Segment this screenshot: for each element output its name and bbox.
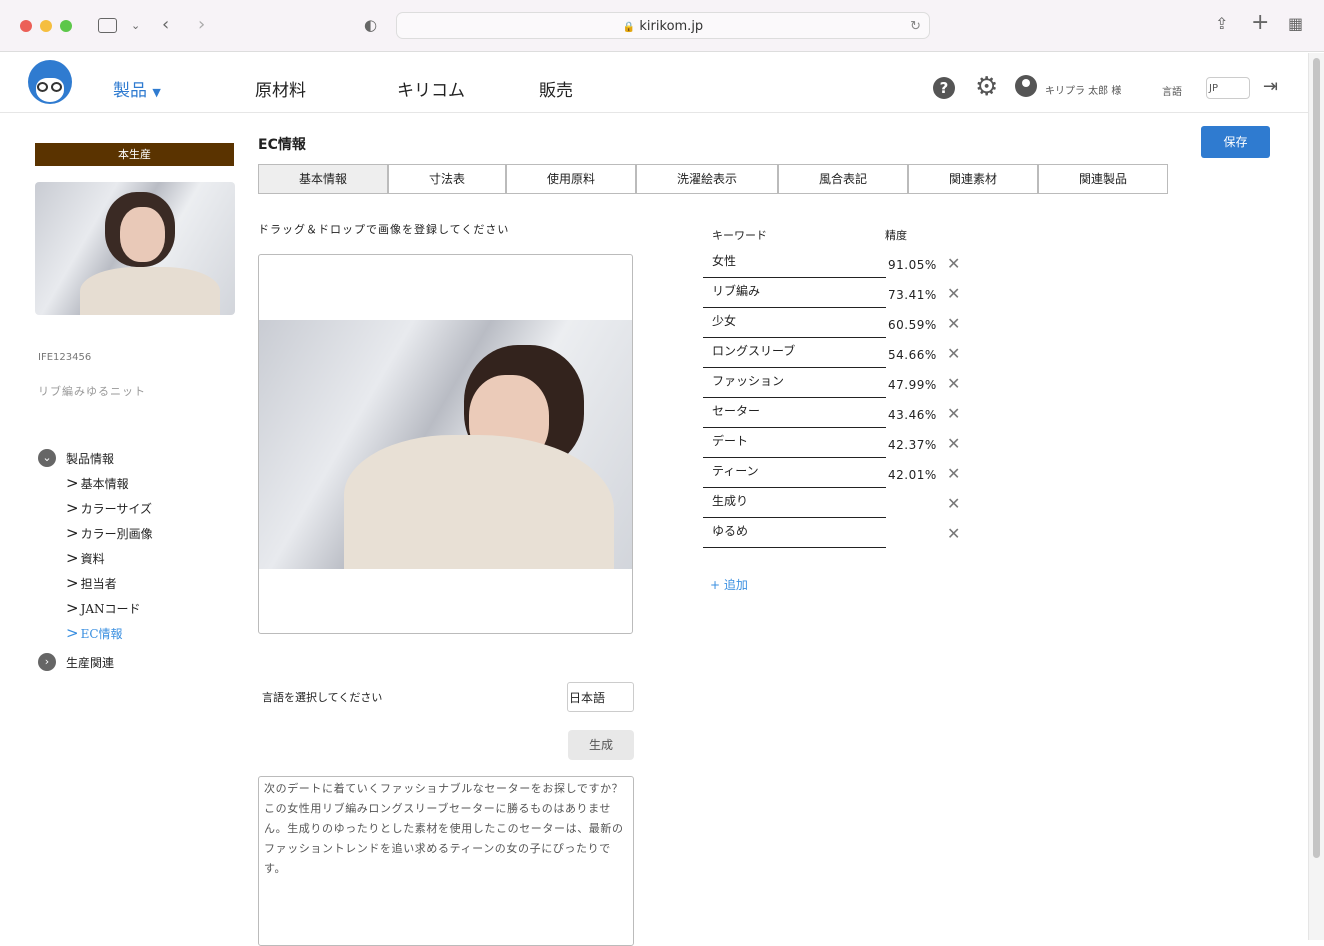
keyword-accuracy: 73.41% bbox=[888, 288, 937, 302]
tab-texture[interactable]: 風合表記 bbox=[778, 164, 908, 194]
tab-overview-icon[interactable]: ▦ bbox=[1288, 14, 1303, 33]
new-tab-icon[interactable]: + bbox=[1251, 10, 1269, 35]
status-badge: 本生産 bbox=[35, 143, 234, 166]
logout-icon[interactable]: ⇥ bbox=[1263, 76, 1278, 97]
chevron-down-icon[interactable]: ⌄ bbox=[131, 19, 140, 32]
remove-keyword-icon[interactable]: ✕ bbox=[947, 254, 960, 273]
help-icon[interactable]: ? bbox=[933, 77, 955, 99]
remove-keyword-icon[interactable]: ✕ bbox=[947, 464, 960, 483]
keyword-accuracy: 43.46% bbox=[888, 408, 937, 422]
keyword-accuracy: 42.37% bbox=[888, 438, 937, 452]
user-name: キリプラ 太郎 様 bbox=[1045, 86, 1122, 97]
zoom-window-button[interactable] bbox=[60, 20, 72, 32]
browser-toolbar: ⌄ ‹ › ◐ 🔒 kirikom.jp ↻ ⇪ + ▦ bbox=[0, 0, 1324, 52]
scrollbar-thumb[interactable] bbox=[1313, 58, 1320, 858]
page-title: EC情報 bbox=[258, 137, 306, 153]
product-image bbox=[259, 320, 632, 569]
forward-icon[interactable]: › bbox=[198, 14, 205, 35]
chevron-down-circle-icon[interactable]: ⌄ bbox=[38, 449, 56, 467]
keyword-input[interactable]: セーター bbox=[703, 398, 886, 428]
tab-related-materials[interactable]: 関連素材 bbox=[908, 164, 1038, 194]
chevron-right-circle-icon[interactable]: › bbox=[38, 653, 56, 671]
tab-care-labels[interactable]: 洗濯絵表示 bbox=[636, 164, 778, 194]
keyword-accuracy: 42.01% bbox=[888, 468, 937, 482]
description-textarea[interactable]: 次のデートに着ていくファッショナブルなセーターをお探しですか？この女性用リブ編み… bbox=[258, 776, 634, 946]
keyword-input[interactable]: ゆるめ bbox=[703, 518, 886, 548]
lock-icon: 🔒 bbox=[622, 22, 636, 33]
keyword-input[interactable]: 少女 bbox=[703, 308, 886, 338]
keyword-input[interactable]: リブ編み bbox=[703, 278, 886, 308]
keyword-column-header: キーワード bbox=[712, 229, 767, 242]
remove-keyword-icon[interactable]: ✕ bbox=[947, 374, 960, 393]
product-name: リブ編みゆるニット bbox=[38, 385, 146, 398]
url-text: kirikom.jp bbox=[639, 19, 704, 34]
accuracy-column-header: 精度 bbox=[885, 229, 907, 242]
sidebar-item-documents[interactable]: > 資料 bbox=[66, 549, 105, 567]
tab-basic-info[interactable]: 基本情報 bbox=[258, 164, 388, 194]
sidebar-item-jan-code[interactable]: > JANコード bbox=[66, 599, 141, 617]
keyword-accuracy: 47.99% bbox=[888, 378, 937, 392]
remove-keyword-icon[interactable]: ✕ bbox=[947, 284, 960, 303]
dropdown-arrow-icon: ▼ bbox=[152, 86, 161, 99]
nav-materials[interactable]: 原材料 bbox=[255, 76, 306, 101]
sidebar-group-production[interactable]: 生産関連 bbox=[66, 654, 114, 671]
keyword-accuracy: 60.59% bbox=[888, 318, 937, 332]
nav-kirikom[interactable]: キリコム bbox=[397, 76, 465, 101]
close-window-button[interactable] bbox=[20, 20, 32, 32]
tab-materials-used[interactable]: 使用原料 bbox=[506, 164, 636, 194]
language-label: 言語 bbox=[1162, 87, 1182, 98]
back-icon[interactable]: ‹ bbox=[162, 14, 169, 35]
nav-sales[interactable]: 販売 bbox=[539, 76, 573, 101]
remove-keyword-icon[interactable]: ✕ bbox=[947, 344, 960, 363]
keyword-input[interactable]: 女性 bbox=[703, 248, 886, 278]
keyword-input[interactable]: ファッション bbox=[703, 368, 886, 398]
drop-hint: ドラッグ＆ドロップで画像を登録してください bbox=[258, 223, 510, 236]
sidebar-item-ec-info[interactable]: > EC情報 bbox=[66, 624, 123, 642]
sidebar-item-color-images[interactable]: > カラー別画像 bbox=[66, 524, 153, 542]
reload-icon[interactable]: ↻ bbox=[910, 13, 921, 40]
sidebar-item-color-size[interactable]: > カラーサイズ bbox=[66, 499, 152, 517]
language-select[interactable]: JP bbox=[1206, 77, 1250, 99]
share-icon[interactable]: ⇪ bbox=[1215, 14, 1228, 33]
add-keyword-button[interactable]: + 追加 bbox=[710, 576, 748, 593]
language-prompt: 言語を選択してください bbox=[262, 691, 383, 704]
tab-related-products[interactable]: 関連製品 bbox=[1038, 164, 1168, 194]
user-avatar-icon[interactable] bbox=[1015, 75, 1037, 97]
nav-products[interactable]: 製品 ▼ bbox=[113, 76, 161, 101]
product-thumbnail bbox=[35, 182, 235, 315]
remove-keyword-icon[interactable]: ✕ bbox=[947, 524, 960, 543]
tab-size-chart[interactable]: 寸法表 bbox=[388, 164, 506, 194]
minimize-window-button[interactable] bbox=[40, 20, 52, 32]
logo-icon[interactable] bbox=[28, 60, 72, 104]
generate-button[interactable]: 生成 bbox=[568, 730, 634, 760]
remove-keyword-icon[interactable]: ✕ bbox=[947, 434, 960, 453]
save-button[interactable]: 保存 bbox=[1201, 126, 1270, 158]
sidebar-toggle-icon[interactable] bbox=[98, 18, 117, 33]
sidebar-group-product-info[interactable]: 製品情報 bbox=[66, 450, 114, 467]
keyword-input[interactable]: デート bbox=[703, 428, 886, 458]
address-bar[interactable]: 🔒 kirikom.jp ↻ bbox=[396, 12, 930, 39]
keyword-input[interactable]: 生成り bbox=[703, 488, 886, 518]
keyword-input[interactable]: ロングスリーブ bbox=[703, 338, 886, 368]
remove-keyword-icon[interactable]: ✕ bbox=[947, 494, 960, 513]
keyword-accuracy: 54.66% bbox=[888, 348, 937, 362]
shield-icon[interactable]: ◐ bbox=[364, 16, 377, 34]
sidebar-item-staff[interactable]: > 担当者 bbox=[66, 574, 117, 592]
image-drop-zone[interactable] bbox=[258, 254, 633, 634]
output-language-select[interactable]: 日本語 bbox=[567, 682, 634, 712]
gear-icon[interactable]: ⚙ bbox=[975, 72, 998, 102]
remove-keyword-icon[interactable]: ✕ bbox=[947, 404, 960, 423]
product-code: IFE123456 bbox=[38, 352, 92, 363]
keyword-input[interactable]: ティーン bbox=[703, 458, 886, 488]
remove-keyword-icon[interactable]: ✕ bbox=[947, 314, 960, 333]
keyword-accuracy: 91.05% bbox=[888, 258, 937, 272]
sidebar-item-basic-info[interactable]: > 基本情報 bbox=[66, 474, 129, 492]
